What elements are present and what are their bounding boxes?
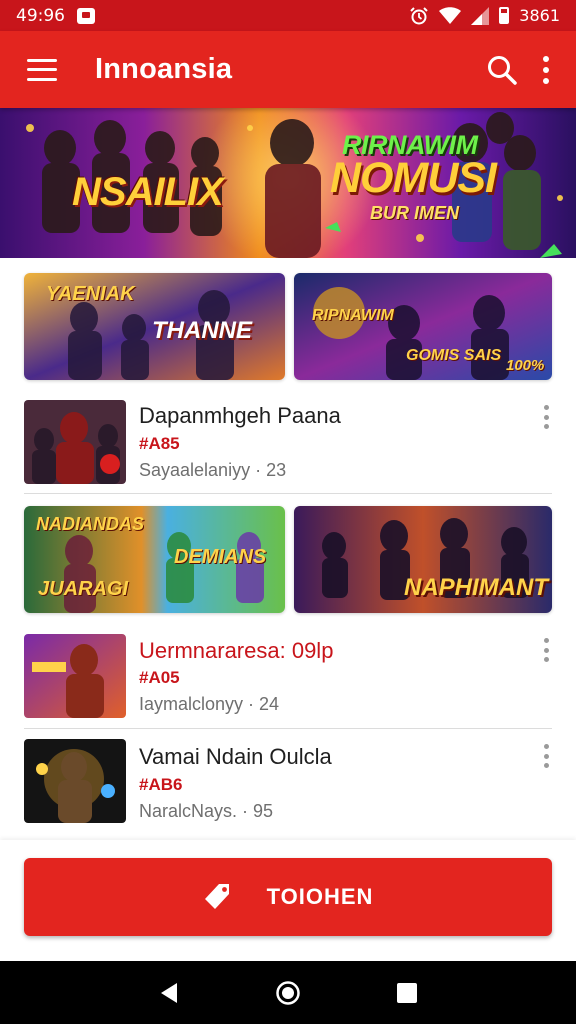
tile-title: YAENIAK [46,283,135,305]
game-thumbnail[interactable] [24,634,126,718]
list-item-code: #A05 [139,668,180,687]
tile-subtitle-2: JUARAGI [38,578,129,600]
list-item-meta: Iaymalclonyy · 24 [139,694,280,714]
app-bar: Innoansia [0,31,576,108]
system-nav-bar [0,961,576,1024]
tag-icon [204,884,229,909]
content-list: YAENIAK THANNE RIPNAWIM GOMIS SAIS 100% … [0,258,576,840]
list-item-title[interactable]: Dapanmhgeh Paana [139,403,341,429]
recents-icon [396,982,417,1003]
divider [24,728,552,729]
list-item-more-icon[interactable] [541,744,551,768]
list-item-meta: Sayaalelaniyy · 23 [139,460,287,480]
list-item-title[interactable]: Uermnararesa: 09lp [139,638,333,664]
thumbnail-artwork [24,634,126,718]
back-button[interactable] [154,978,184,1008]
list-item-code: #A85 [139,434,180,453]
hero-left-title: NSAILIX [72,170,224,214]
tile-title: RIPNAWIM [312,307,394,324]
tile-subtitle: DEMIANS [174,546,267,568]
recents-button[interactable] [392,978,422,1008]
notification-icon [77,7,95,24]
thumbnail-artwork [24,400,126,484]
bottom-action-area: TOIOHEN [0,840,576,961]
tile-subtitle: GOMIS SAIS [406,347,502,364]
wifi-icon [439,6,462,24]
more-options-icon[interactable] [542,55,550,84]
hero-right-title: NOMUSI [330,154,497,202]
search-icon[interactable] [486,54,518,86]
game-tile-1[interactable]: YAENIAK THANNE [24,273,285,380]
thumbnail-artwork [24,739,126,823]
tile-subtitle: THANNE [152,317,252,344]
status-time: 49:96 [16,5,65,26]
game-tile-2[interactable]: RIPNAWIM GOMIS SAIS 100% [294,273,552,380]
list-item-code: #AB6 [139,775,183,794]
home-button[interactable] [273,978,303,1008]
list-item-more-icon[interactable] [541,405,551,429]
app-title: Innoansia [95,53,233,85]
game-thumbnail[interactable] [24,400,126,484]
menu-icon[interactable] [27,58,57,81]
hero-right-subtitle: BUR IMEN [370,203,459,223]
game-tile-3[interactable]: NADIANDAS DEMIANS JUARAGI [24,506,285,613]
list-item-title[interactable]: Vamai Ndain Oulcla [139,744,332,770]
divider [24,493,552,494]
tile-badge: 100% [506,357,545,374]
list-item-more-icon[interactable] [541,638,551,662]
tile-title: NADIANDAS [36,514,144,534]
status-icons: 3861 [409,6,560,26]
hero-banner[interactable]: NSAILIX RIRNAWIM NOMUSI BUR IMEN [0,108,576,258]
battery-icon [499,7,510,24]
status-level: 3861 [519,6,560,25]
primary-action-button[interactable]: TOIOHEN [24,858,552,936]
list-item-meta: NaralcNays. · 95 [139,801,274,821]
game-tile-4[interactable]: NAPHIMANT [294,506,552,613]
signal-icon [471,6,490,25]
game-thumbnail[interactable] [24,739,126,823]
status-bar: 49:96 3861 [0,0,576,31]
primary-action-label: TOIOHEN [266,884,374,909]
tile-title: NAPHIMANT [404,574,548,601]
alarm-icon [410,6,428,24]
home-icon [276,980,300,1005]
back-icon [161,982,178,1003]
